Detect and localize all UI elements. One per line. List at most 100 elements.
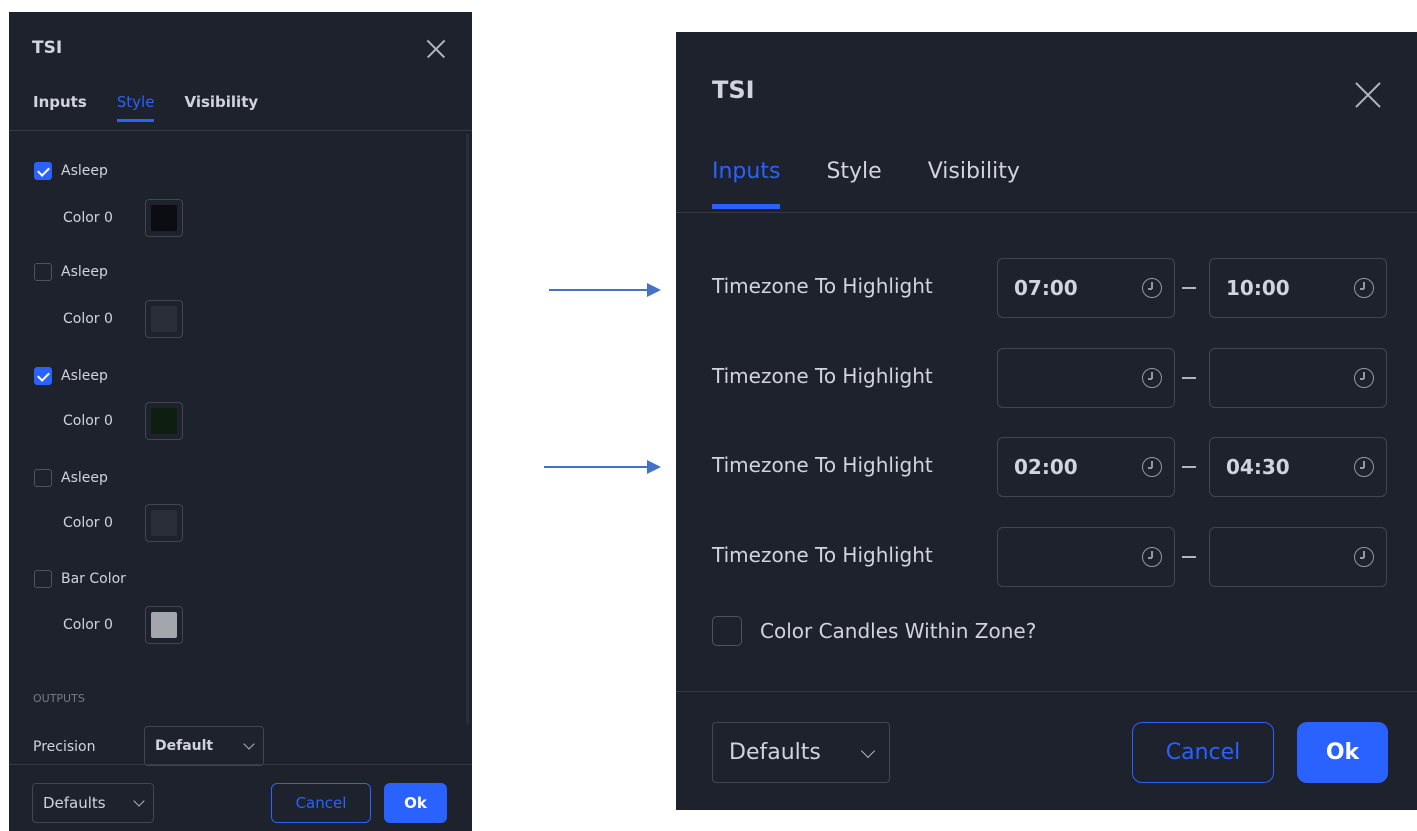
defaults-dropdown[interactable]: Defaults <box>32 783 154 823</box>
range-dash <box>1182 287 1196 289</box>
defaults-label: Defaults <box>729 740 821 765</box>
swatch-fill <box>151 510 177 536</box>
divider <box>676 691 1417 692</box>
color-swatch[interactable] <box>145 504 183 542</box>
close-icon[interactable] <box>426 39 446 59</box>
timezone-label: Timezone To Highlight <box>712 274 933 298</box>
divider <box>9 130 472 131</box>
scrollbar[interactable] <box>466 134 469 724</box>
time-value: 07:00 <box>1014 276 1078 300</box>
plot-toggle[interactable]: Asleep <box>34 367 108 385</box>
plot-toggle[interactable]: Asleep <box>34 263 108 281</box>
clock-icon[interactable] <box>1354 368 1374 388</box>
defaults-dropdown[interactable]: Defaults <box>712 722 890 783</box>
time-end-input[interactable]: 10:00 <box>1209 258 1387 318</box>
range-dash <box>1182 377 1196 379</box>
chevron-down-icon <box>860 743 876 758</box>
plot-label: Asleep <box>61 470 108 486</box>
tab-visibility[interactable]: Visibility <box>184 93 258 111</box>
plot-toggle[interactable]: Asleep <box>34 162 108 180</box>
checkbox[interactable] <box>34 469 52 487</box>
clock-icon[interactable] <box>1142 368 1162 388</box>
color-label: Color 0 <box>63 210 113 226</box>
color-label: Color 0 <box>63 617 113 633</box>
clock-icon[interactable] <box>1354 457 1374 477</box>
ok-button[interactable]: Ok <box>384 783 447 823</box>
color-candles-label: Color Candles Within Zone? <box>760 619 1037 643</box>
swatch-fill <box>151 408 177 434</box>
precision-label: Precision <box>33 739 96 755</box>
plot-toggle[interactable]: Asleep <box>34 469 108 487</box>
color-row: Color 0 <box>63 402 183 440</box>
plot-label: Bar Color <box>61 571 126 587</box>
checkbox[interactable] <box>34 570 52 588</box>
plot-label: Asleep <box>61 368 108 384</box>
swatch-fill <box>151 205 177 231</box>
color-swatch[interactable] <box>145 300 183 338</box>
time-end-input[interactable] <box>1209 348 1387 408</box>
checkbox[interactable] <box>34 367 52 385</box>
arrow-pointer <box>544 460 661 474</box>
time-end-input[interactable]: 04:30 <box>1209 437 1387 497</box>
checkbox[interactable] <box>34 162 52 180</box>
clock-icon[interactable] <box>1142 547 1162 567</box>
color-row: Color 0 <box>63 300 183 338</box>
swatch-fill <box>151 306 177 332</box>
cancel-button[interactable]: Cancel <box>271 783 371 823</box>
timezone-label: Timezone To Highlight <box>712 453 933 477</box>
tab-style[interactable]: Style <box>116 93 154 122</box>
inputs-dialog: TSI Inputs Style Visibility Timezone To … <box>676 32 1417 810</box>
timezone-row: Timezone To Highlight <box>676 348 1417 408</box>
timezone-label: Timezone To Highlight <box>712 364 933 388</box>
color-swatch[interactable] <box>145 402 183 440</box>
checkbox[interactable] <box>34 263 52 281</box>
color-label: Color 0 <box>63 413 113 429</box>
divider <box>676 212 1417 213</box>
tab-visibility[interactable]: Visibility <box>928 159 1020 184</box>
color-label: Color 0 <box>63 311 113 327</box>
clock-icon[interactable] <box>1354 278 1374 298</box>
color-swatch[interactable] <box>145 606 183 644</box>
time-value: 04:30 <box>1226 455 1290 479</box>
timezone-row: Timezone To Highlight 07:00 10:00 <box>676 258 1417 318</box>
timezone-row: Timezone To Highlight 02:00 04:30 <box>676 437 1417 497</box>
timezone-row: Timezone To Highlight <box>676 527 1417 587</box>
time-value: 10:00 <box>1226 276 1290 300</box>
clock-icon[interactable] <box>1354 547 1374 567</box>
time-start-input[interactable]: 07:00 <box>997 258 1175 318</box>
tab-bar: Inputs Style Visibility <box>33 93 288 122</box>
chevron-down-icon <box>243 738 255 750</box>
tab-style[interactable]: Style <box>826 159 881 184</box>
background-strip <box>676 0 1417 32</box>
clock-icon[interactable] <box>1142 457 1162 477</box>
close-icon[interactable] <box>1353 80 1383 110</box>
time-start-input[interactable]: 02:00 <box>997 437 1175 497</box>
style-dialog: TSI Inputs Style Visibility Asleep Color… <box>9 12 472 831</box>
tab-inputs[interactable]: Inputs <box>712 159 781 209</box>
time-end-input[interactable] <box>1209 527 1387 587</box>
time-start-input[interactable] <box>997 348 1175 408</box>
color-row: Color 0 <box>63 504 183 542</box>
color-swatch[interactable] <box>145 199 183 237</box>
range-dash <box>1182 466 1196 468</box>
chevron-down-icon <box>133 795 145 807</box>
checkbox[interactable] <box>712 616 742 646</box>
arrow-pointer <box>549 283 661 297</box>
cancel-button[interactable]: Cancel <box>1132 722 1274 783</box>
time-value: 02:00 <box>1014 455 1078 479</box>
ok-button[interactable]: Ok <box>1297 722 1388 783</box>
time-start-input[interactable] <box>997 527 1175 587</box>
dialog-title: TSI <box>32 38 63 58</box>
swatch-fill <box>151 612 177 638</box>
outputs-heading: OUTPUTS <box>33 692 85 705</box>
range-dash <box>1182 556 1196 558</box>
clock-icon[interactable] <box>1142 278 1162 298</box>
color-label: Color 0 <box>63 515 113 531</box>
tab-inputs[interactable]: Inputs <box>33 93 87 111</box>
color-row: Color 0 <box>63 606 183 644</box>
precision-select[interactable]: Default <box>144 726 264 766</box>
color-candles-toggle[interactable]: Color Candles Within Zone? <box>712 616 1036 646</box>
plot-toggle[interactable]: Bar Color <box>34 570 126 588</box>
dialog-title: TSI <box>712 76 755 104</box>
plot-label: Asleep <box>61 264 108 280</box>
